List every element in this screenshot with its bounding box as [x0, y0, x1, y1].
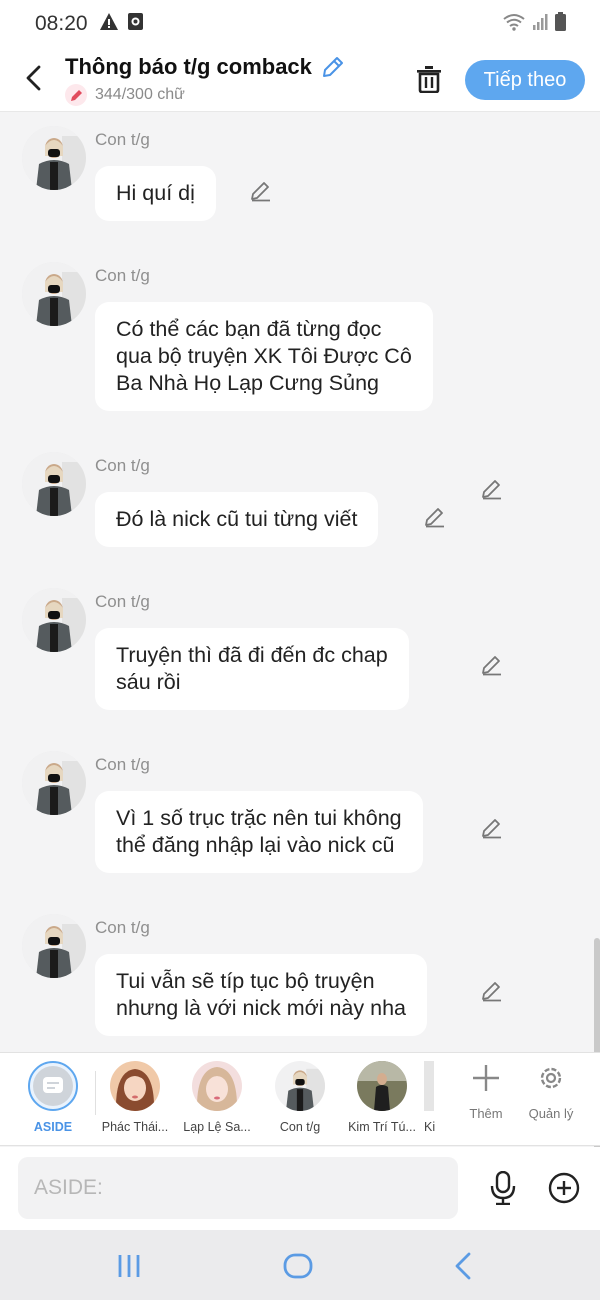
edit-message-icon[interactable]: [480, 652, 504, 676]
avatar: [357, 1061, 407, 1111]
edit-title-icon[interactable]: [320, 54, 346, 80]
add-character-button[interactable]: Thêm: [456, 1063, 516, 1121]
notification-icon: [128, 13, 143, 30]
manage-button[interactable]: Quản lý: [521, 1063, 581, 1121]
character-picker: ASIDE Phác Thái... Lạp Lệ Sa... Con t/g …: [0, 1052, 600, 1146]
add-circle-icon: [548, 1172, 580, 1204]
character-label: Kim Trí Tú...: [348, 1120, 416, 1134]
sender-name: Con t/g: [95, 456, 150, 475]
avatar[interactable]: [22, 262, 86, 326]
gear-icon: [540, 1067, 562, 1089]
message-bubble[interactable]: Tui vẫn sẽ típ tục bộ truyện nhưng là vớ…: [95, 954, 427, 1036]
character-label: Lạp Lệ Sa...: [183, 1120, 251, 1134]
edit-message-icon[interactable]: [480, 978, 504, 1002]
character-item[interactable]: Con t/g: [260, 1061, 340, 1134]
signal-icon: [533, 14, 548, 30]
aside-icon: [28, 1061, 78, 1111]
avatar[interactable]: [22, 452, 86, 516]
wifi-icon: [503, 13, 525, 31]
message-bubble[interactable]: Hi quí dị: [95, 166, 216, 221]
status-right-icons: [502, 12, 566, 31]
recent-apps-button[interactable]: [109, 1246, 149, 1286]
back-arrow-icon: [26, 65, 41, 91]
sender-name: Con t/g: [95, 918, 150, 937]
character-label: Ki: [424, 1120, 436, 1134]
avatar: [192, 1061, 242, 1111]
edit-message-icon[interactable]: [480, 476, 504, 500]
avatar: [110, 1061, 160, 1111]
sender-name: Con t/g: [95, 592, 150, 611]
avatar: [275, 1061, 325, 1111]
word-count: 344/300 chữ: [95, 86, 185, 103]
chat-area[interactable]: Con t/g Hi quí dị Con t/g Có thể các bạn…: [0, 112, 600, 1052]
message-bubble[interactable]: Vì 1 số trục trặc nên tui không thể đăng…: [95, 791, 423, 873]
character-aside[interactable]: ASIDE: [13, 1061, 93, 1134]
microphone-icon: [490, 1171, 516, 1205]
message-bubble[interactable]: Đó là nick cũ tui từng viết: [95, 492, 379, 547]
recent-apps-icon: [118, 1255, 140, 1277]
avatar[interactable]: [22, 588, 86, 652]
manage-label: Quản lý: [528, 1106, 574, 1121]
message-bubble[interactable]: Có thể các bạn đã từng đọc qua bộ truyện…: [95, 302, 433, 411]
avatar[interactable]: [22, 126, 86, 190]
warning-icon: [100, 13, 118, 30]
page-title: Thông báo t/g comback: [65, 54, 312, 79]
sender-name: Con t/g: [95, 266, 150, 285]
character-item[interactable]: Ki: [424, 1061, 444, 1134]
title-row: Thông báo t/g comback: [65, 54, 346, 80]
avatar: [424, 1061, 434, 1111]
edit-message-icon[interactable]: [480, 815, 504, 839]
sender-name: Con t/g: [95, 755, 150, 774]
home-icon: [283, 1253, 313, 1279]
composer: [0, 1147, 600, 1230]
trash-icon: [417, 66, 441, 93]
plus-icon: [473, 1065, 499, 1091]
avatar[interactable]: [22, 914, 86, 978]
edit-message-icon[interactable]: [249, 178, 273, 202]
status-bar: 08:20: [0, 0, 600, 44]
message-bubble[interactable]: Truyện thì đã đi đến đc chap sáu rồi: [95, 628, 409, 710]
battery-icon: [555, 12, 566, 31]
home-button[interactable]: [278, 1246, 318, 1286]
word-count-row: 344/300 chữ: [65, 84, 185, 106]
add-label: Thêm: [469, 1106, 503, 1121]
message-input[interactable]: [18, 1157, 458, 1219]
attach-button[interactable]: [546, 1170, 582, 1206]
character-item[interactable]: Kim Trí Tú...: [342, 1061, 422, 1134]
edit-message-icon[interactable]: [423, 504, 447, 528]
back-button[interactable]: [18, 62, 48, 94]
system-nav-bar: [0, 1230, 600, 1300]
status-time: 08:20: [35, 12, 88, 35]
back-icon: [455, 1252, 471, 1280]
pencil-badge-icon: [65, 84, 87, 106]
sender-name: Con t/g: [95, 130, 150, 149]
character-item[interactable]: Phác Thái...: [95, 1061, 175, 1134]
app-header: Thông báo t/g comback 344/300 chữ Tiếp t…: [0, 44, 600, 112]
next-button[interactable]: Tiếp theo: [465, 60, 585, 100]
status-left-icons: [100, 13, 143, 30]
character-label: ASIDE: [33, 1120, 73, 1134]
delete-button[interactable]: [413, 62, 445, 96]
character-label: Con t/g: [279, 1120, 321, 1134]
back-nav-button[interactable]: [443, 1246, 483, 1286]
character-label: Phác Thái...: [101, 1120, 169, 1134]
voice-input-button[interactable]: [485, 1170, 521, 1206]
avatar[interactable]: [22, 751, 86, 815]
character-item[interactable]: Lạp Lệ Sa...: [177, 1061, 257, 1134]
